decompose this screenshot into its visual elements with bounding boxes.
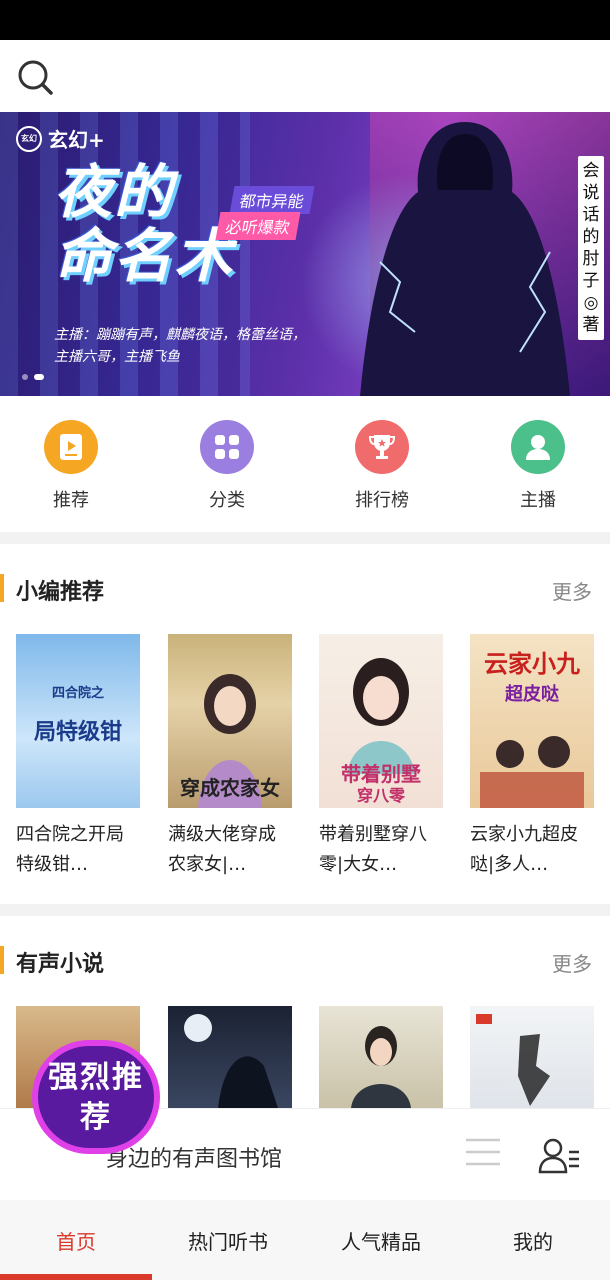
audio-book-card[interactable] (168, 1006, 292, 1108)
grid-icon (200, 420, 254, 474)
section-accent-bar (0, 946, 4, 974)
person-icon (511, 420, 565, 474)
section-header-editor-picks: 小编推荐 更多 (0, 570, 610, 610)
book-card[interactable]: 穿成农家女 满级大佬穿成农家女|… (168, 634, 292, 880)
section-accent-bar (0, 574, 4, 602)
book-title: 带着别墅穿八零|大女… (319, 824, 427, 875)
section-divider (0, 532, 610, 544)
promo-badge[interactable]: 强烈推荐 (32, 1040, 160, 1154)
audio-book-card[interactable] (319, 1006, 443, 1108)
carousel-dot[interactable] (22, 374, 28, 380)
section-divider (0, 904, 610, 916)
category-nav: 推荐 分类 排行榜 主播 (0, 396, 610, 532)
trophy-icon (355, 420, 409, 474)
category-ranking[interactable]: 排行榜 (332, 420, 432, 512)
book-card[interactable]: 云家小九 超皮哒 云家小九超皮哒|多人… (470, 634, 594, 880)
audio-book-card[interactable] (470, 1006, 594, 1108)
tab-home[interactable]: 首页 (0, 1226, 152, 1255)
hooded-figure-illustration (360, 122, 570, 396)
book-card[interactable]: 四合院之 局特级钳 四合院之开局特级钳… (16, 634, 140, 880)
tab-popular[interactable]: 人气精品 (305, 1226, 457, 1255)
section-header-audio-novels: 有声小说 更多 (0, 942, 610, 982)
banner-tag-genre: 都市异能 (229, 186, 315, 214)
carousel-dot-active[interactable] (34, 374, 44, 380)
banner-author: 会说话的肘子◎著 (578, 156, 604, 340)
category-recommend[interactable]: 推荐 (21, 420, 121, 512)
book-cover: 云家小九 超皮哒 (470, 634, 594, 808)
hero-banner[interactable]: 玄幻 玄幻+ 夜的 命名术 都市异能 必听爆款 主播：蹦蹦有声，麒麟夜语，格蕾丝… (0, 112, 610, 396)
book-cover: 四合院之 局特级钳 (16, 634, 140, 808)
play-book-icon (44, 420, 98, 474)
banner-tag-hot: 必听爆款 (215, 212, 301, 240)
book-cover: 穿成农家女 (168, 634, 292, 808)
category-classify[interactable]: 分类 (177, 420, 277, 512)
banner-hosts: 主播：蹦蹦有声，麒麟夜语，格蕾丝语， 主播六哥，主播飞鱼 (54, 327, 306, 365)
bottom-tab-bar: 首页 热门听书 人气精品 我的 (0, 1200, 610, 1280)
search-row (0, 40, 610, 112)
book-card[interactable]: 带着别墅 穿八零 带着别墅穿八零|大女… (319, 634, 443, 880)
book-cover (168, 1006, 292, 1108)
book-cover: 带着别墅 穿八零 (319, 634, 443, 808)
book-cover (319, 1006, 443, 1108)
tab-mine[interactable]: 我的 (457, 1226, 609, 1255)
carousel-indicator (22, 374, 44, 380)
category-anchor[interactable]: 主播 (488, 420, 588, 512)
more-link[interactable]: 更多 (552, 576, 592, 605)
more-link[interactable]: 更多 (552, 948, 592, 977)
book-cover (470, 1006, 594, 1108)
brand-name: 玄幻+ (48, 128, 105, 152)
section-title: 有声小说 (16, 952, 105, 977)
status-bar (0, 0, 610, 40)
brand-badge: 玄幻 (16, 125, 42, 152)
playlist-icon[interactable] (464, 1136, 502, 1170)
section-title: 小编推荐 (16, 580, 105, 605)
book-title: 云家小九超皮哒|多人… (470, 824, 578, 875)
brand-logo: 玄幻 玄幻+ (16, 124, 105, 153)
book-title: 满级大佬穿成农家女|… (168, 824, 276, 875)
search-icon[interactable] (16, 58, 54, 96)
active-tab-indicator (0, 1274, 152, 1280)
tab-hot-audio[interactable]: 热门听书 (152, 1226, 304, 1255)
user-list-icon[interactable] (538, 1136, 580, 1174)
book-title: 四合院之开局特级钳… (16, 824, 124, 875)
